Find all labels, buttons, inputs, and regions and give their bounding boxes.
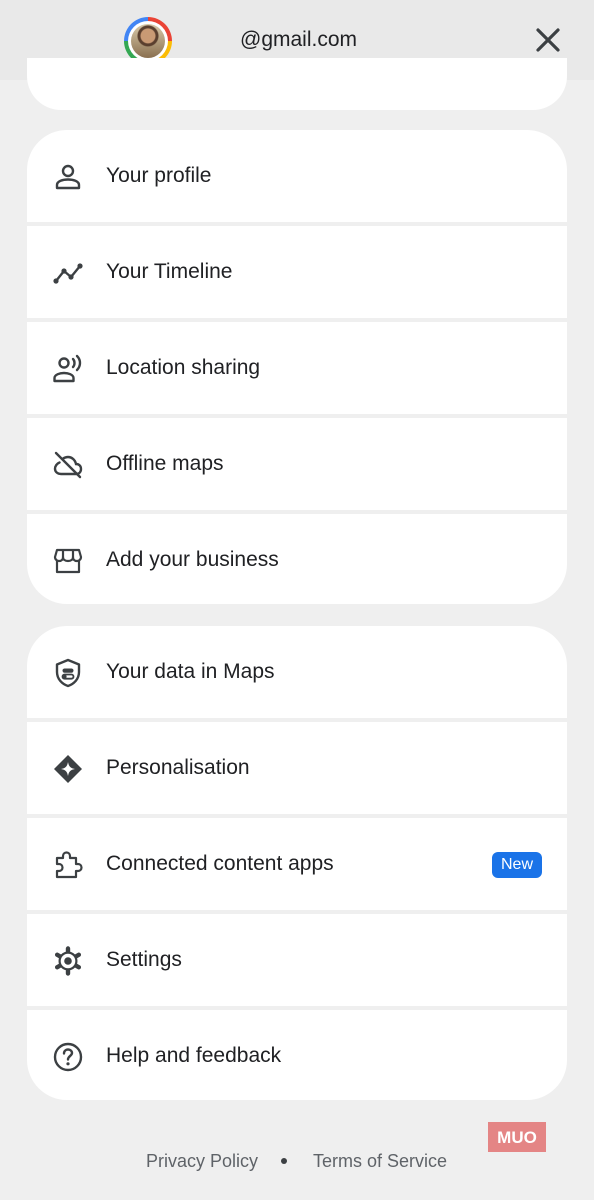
menu-item-label: Add your business xyxy=(106,548,279,571)
menu-item-help-and-feedback[interactable]: Help and feedback xyxy=(27,1010,567,1100)
account-card-bottom xyxy=(27,58,567,110)
menu-item-label: Location sharing xyxy=(106,356,261,379)
menu-item-connected-content-apps[interactable]: Connected content apps New xyxy=(27,818,567,910)
sparkle-diamond-icon xyxy=(54,755,82,783)
menu-group-account: Your profile Your Timeline Location shar… xyxy=(27,130,567,604)
gear-icon xyxy=(54,946,82,976)
timeline-icon xyxy=(53,263,83,284)
menu-item-label: Settings xyxy=(106,948,182,971)
new-badge: New xyxy=(492,852,542,878)
menu-item-settings[interactable]: Settings xyxy=(27,914,567,1006)
muo-watermark: MUO xyxy=(488,1122,546,1152)
menu-item-add-your-business[interactable]: Add your business xyxy=(27,514,567,604)
terms-of-service-link[interactable]: Terms of Service xyxy=(313,1146,447,1176)
menu-item-your-data-in-maps[interactable]: Your data in Maps xyxy=(27,626,567,718)
avatar-frame xyxy=(128,21,168,61)
menu-item-label: Offline maps xyxy=(106,452,224,475)
menu-item-offline-maps[interactable]: Offline maps xyxy=(27,418,567,510)
avatar-photo xyxy=(131,24,165,58)
storefront-icon xyxy=(53,548,83,574)
footer-separator-dot xyxy=(281,1158,287,1164)
extension-icon xyxy=(55,851,83,879)
menu-item-label: Your Timeline xyxy=(106,260,233,283)
menu-item-your-profile[interactable]: Your profile xyxy=(27,130,567,222)
privacy-policy-link[interactable]: Privacy Policy xyxy=(146,1146,258,1176)
menu-item-location-sharing[interactable]: Location sharing xyxy=(27,322,567,414)
cloud-off-icon xyxy=(53,451,83,479)
menu-item-personalisation[interactable]: Personalisation xyxy=(27,722,567,814)
menu-item-label: Help and feedback xyxy=(106,1044,282,1067)
menu-group-settings: Your data in Maps Personalisation Connec… xyxy=(27,626,567,1100)
menu-item-label: Connected content apps xyxy=(106,852,334,875)
shield-toggle-icon xyxy=(55,658,81,688)
menu-item-label: Your data in Maps xyxy=(106,660,275,683)
menu-item-label: Your profile xyxy=(106,164,212,187)
account-email: @gmail.com xyxy=(240,28,358,51)
menu-item-your-timeline[interactable]: Your Timeline xyxy=(27,226,567,318)
close-icon[interactable] xyxy=(530,22,566,58)
help-icon xyxy=(53,1042,83,1072)
location-sharing-icon xyxy=(53,354,82,383)
watermark-text: MUO xyxy=(497,1128,537,1147)
menu-item-label: Personalisation xyxy=(106,756,250,779)
person-icon xyxy=(55,164,81,190)
